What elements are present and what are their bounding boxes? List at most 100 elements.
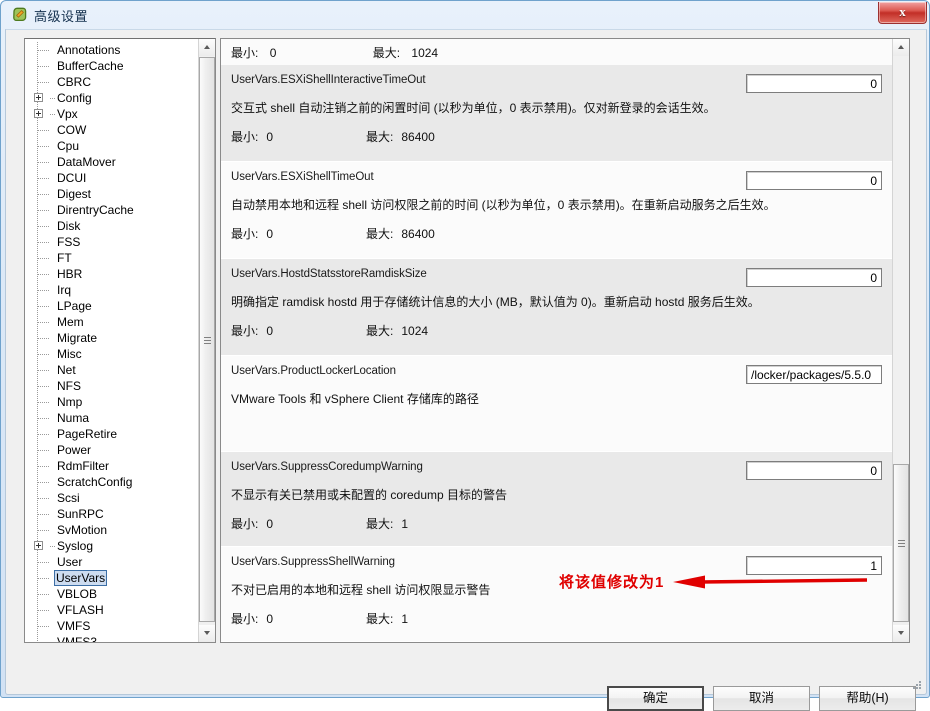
- tree-item-cow[interactable]: COW: [25, 122, 197, 138]
- tree-item-label: Numa: [57, 411, 90, 425]
- tree-item-label: Config: [57, 91, 92, 105]
- tree-connector-icon: [33, 42, 55, 58]
- tree-item-scsi[interactable]: Scsi: [25, 490, 197, 506]
- settings-scrollbar[interactable]: [892, 39, 909, 642]
- tree-item-config[interactable]: Config: [25, 90, 197, 106]
- tree-scroll-up-button[interactable]: [199, 39, 215, 56]
- cancel-button[interactable]: 取消: [713, 686, 810, 711]
- title-bar[interactable]: 高级设置 x: [1, 1, 930, 29]
- tree-connector-icon: [33, 186, 55, 202]
- min-label: 最小:: [231, 324, 259, 338]
- tree-item-label: UserVars: [54, 570, 108, 586]
- tree-item-datamover[interactable]: DataMover: [25, 154, 197, 170]
- settings-scroll-thumb[interactable]: [893, 464, 909, 622]
- tree-connector-icon: [33, 442, 55, 458]
- setting-value-input[interactable]: [746, 268, 882, 287]
- min-label: 最小:: [231, 517, 259, 531]
- tree-item-hbr[interactable]: HBR: [25, 266, 197, 282]
- tree-item-scratchconfig[interactable]: ScratchConfig: [25, 474, 197, 490]
- tree-item-uservars[interactable]: UserVars: [25, 570, 197, 586]
- tree-item-nfs[interactable]: NFS: [25, 378, 197, 394]
- tree-item-lpage[interactable]: LPage: [25, 298, 197, 314]
- min-value: 0: [269, 46, 277, 60]
- tree-item-ft[interactable]: FT: [25, 250, 197, 266]
- tree-item-syslog[interactable]: Syslog: [25, 538, 197, 554]
- tree-item-fss[interactable]: FSS: [25, 234, 197, 250]
- tree-connector-icon: [33, 314, 55, 330]
- settings-scroll-up-button[interactable]: [893, 39, 909, 56]
- setting-limits: 最小: 0 最大: 1: [231, 515, 882, 531]
- tree-scroll-thumb[interactable]: [199, 57, 215, 622]
- settings-category-tree[interactable]: Annotations BufferCache CBRC Config Vpx COW Cp…: [24, 38, 216, 643]
- window-title: 高级设置: [34, 9, 89, 24]
- tree-item-net[interactable]: Net: [25, 362, 197, 378]
- tree-item-disk[interactable]: Disk: [25, 218, 197, 234]
- dialog-client-area: Annotations BufferCache CBRC Config Vpx COW Cp…: [5, 29, 927, 711]
- tree-connector-icon: [33, 250, 55, 266]
- tree-item-label: Syslog: [57, 539, 94, 553]
- max-label: 最大:: [366, 612, 394, 626]
- tree-connector-icon: [33, 554, 55, 570]
- max-label: 最大:: [366, 130, 394, 144]
- tree-item-label: Mem: [57, 315, 84, 329]
- tree-item-label: ScratchConfig: [57, 475, 133, 489]
- setting-value-input[interactable]: [746, 365, 882, 384]
- tree-item-numa[interactable]: Numa: [25, 410, 197, 426]
- tree-item-pageretire[interactable]: PageRetire: [25, 426, 197, 442]
- tree-item-label: LPage: [57, 299, 92, 313]
- tree-scrollbar[interactable]: [198, 39, 215, 642]
- resize-grip[interactable]: [910, 678, 923, 691]
- tree-item-user[interactable]: User: [25, 554, 197, 570]
- setting-limits: 最小: 0 最大: 86400: [231, 128, 882, 144]
- setting-value-input[interactable]: [746, 461, 882, 480]
- tree-item-vblob[interactable]: VBLOB: [25, 586, 197, 602]
- tree-item-power[interactable]: Power: [25, 442, 197, 458]
- tree-item-rdmfilter[interactable]: RdmFilter: [25, 458, 197, 474]
- setting-value-input[interactable]: [746, 74, 882, 93]
- setting-row: UserVars.HostdStatsstoreRamdiskSize 明确指定 …: [221, 259, 894, 356]
- setting-limits: 最小: 0 最大: 1: [231, 610, 882, 626]
- ok-button[interactable]: 确定: [607, 686, 704, 711]
- tree-item-annotations[interactable]: Annotations: [25, 42, 197, 58]
- setting-value-input[interactable]: [746, 171, 882, 190]
- max-value: 1: [401, 517, 409, 531]
- setting-description: VMware Tools 和 vSphere Client 存储库的路径: [231, 392, 479, 406]
- tree-item-nmp[interactable]: Nmp: [25, 394, 197, 410]
- settings-scroll-down-button[interactable]: [893, 625, 909, 642]
- tree-connector-icon: [33, 602, 55, 618]
- tree-item-cpu[interactable]: Cpu: [25, 138, 197, 154]
- close-button[interactable]: x: [878, 2, 927, 24]
- tree-item-direntrycache[interactable]: DirentryCache: [25, 202, 197, 218]
- tree-item-migrate[interactable]: Migrate: [25, 330, 197, 346]
- tree-connector-icon: [33, 282, 55, 298]
- min-label: 最小:: [231, 46, 259, 60]
- tree-item-vflash[interactable]: VFLASH: [25, 602, 197, 618]
- tree-item-mem[interactable]: Mem: [25, 314, 197, 330]
- tree-item-sunrpc[interactable]: SunRPC: [25, 506, 197, 522]
- setting-description: 不显示有关已禁用或未配置的 coredump 目标的警告: [231, 488, 508, 502]
- advanced-settings-dialog: 高级设置 x Annotations BufferCache CBRC Config V…: [0, 0, 930, 711]
- help-button[interactable]: 帮助(H): [819, 686, 916, 711]
- tree-item-vpx[interactable]: Vpx: [25, 106, 197, 122]
- tree-item-digest[interactable]: Digest: [25, 186, 197, 202]
- expand-plus-icon[interactable]: [34, 109, 43, 118]
- min-label: 最小:: [231, 227, 259, 241]
- tree-item-svmotion[interactable]: SvMotion: [25, 522, 197, 538]
- expand-plus-icon[interactable]: [34, 93, 43, 102]
- tree-connector-icon: [33, 458, 55, 474]
- advanced-settings-list[interactable]: 最小: 0 最大: 1024 UserVars.ESXiShellInterac…: [220, 38, 910, 643]
- settings-viewport: 最小: 0 最大: 1024 UserVars.ESXiShellInterac…: [221, 39, 894, 642]
- tree-item-irq[interactable]: Irq: [25, 282, 197, 298]
- tree-connector-icon: [33, 506, 55, 522]
- tree-item-dcui[interactable]: DCUI: [25, 170, 197, 186]
- tree-item-label: PageRetire: [57, 427, 118, 441]
- tree-scroll-down-button[interactable]: [199, 625, 215, 642]
- tree-item-vmfs3[interactable]: VMFS3: [25, 634, 197, 642]
- tree-item-vmfs[interactable]: VMFS: [25, 618, 197, 634]
- tree-item-buffercache[interactable]: BufferCache: [25, 58, 197, 74]
- tree-item-misc[interactable]: Misc: [25, 346, 197, 362]
- tree-item-cbrc[interactable]: CBRC: [25, 74, 197, 90]
- expand-plus-icon[interactable]: [34, 541, 43, 550]
- setting-limits: 最小: 0 最大: 1024: [231, 39, 894, 60]
- setting-value-input[interactable]: [746, 556, 882, 575]
